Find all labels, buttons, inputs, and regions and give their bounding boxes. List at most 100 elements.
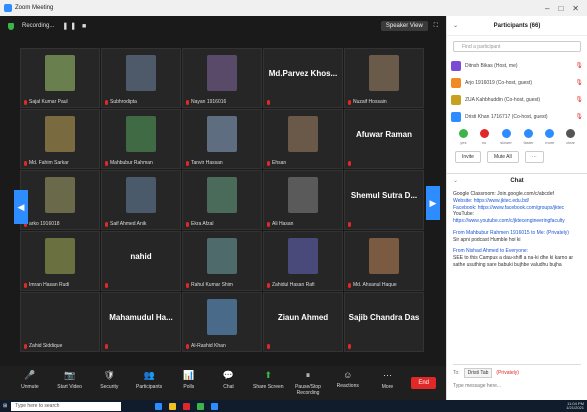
participant-video-tile[interactable]: Sajib Chandra Das [344, 292, 424, 352]
reaction-no-button[interactable]: no [479, 129, 489, 145]
participant-row-name: Ditnsh Bikas (Host, me) [465, 62, 518, 69]
participant-video-tile[interactable]: Nayan 1916016 [182, 48, 262, 108]
chevron-down-icon[interactable]: ⌄ [453, 22, 458, 29]
toolbar-start-video-button[interactable]: 📷 Start Video [50, 370, 90, 396]
zoom-logo-icon [4, 4, 12, 12]
participant-video-tile[interactable]: Tanvir Hassan [182, 109, 262, 169]
toolbar-polls-button[interactable]: 📊 Polls [169, 370, 209, 396]
app-icon[interactable] [183, 402, 191, 410]
chat-recipient-select[interactable]: Dristi Tab [463, 368, 493, 378]
participant-video-tile[interactable]: Nuzaif Hossain [344, 48, 424, 108]
participant-search-input[interactable]: Find a participant [453, 41, 581, 52]
participant-video-tile[interactable]: Shemul Sutra D... [344, 170, 424, 230]
invite-button[interactable]: Invite [455, 151, 481, 163]
participant-row[interactable]: Ditnsh Bikas (Host, me) 🎙 [451, 57, 583, 74]
toolbar-share-screen-button[interactable]: ⬆ Share Screen [248, 370, 288, 396]
shield-icon[interactable] [8, 22, 14, 30]
muted-mic-icon[interactable]: 🎙 [575, 113, 583, 120]
muted-mic-icon [105, 221, 108, 227]
participant-video-tile[interactable]: Saif Ahmed Anik [101, 170, 181, 230]
app-icon[interactable] [155, 402, 163, 410]
toolbar-security-button[interactable]: 🛡 Security [89, 370, 129, 396]
end-meeting-button[interactable]: End [411, 377, 436, 389]
reaction-slower-icon [501, 129, 511, 138]
participant-video [207, 55, 237, 91]
windows-start-icon[interactable]: ⊞ [3, 403, 7, 409]
toolbar-participants-button[interactable]: 👥 Participants [129, 370, 169, 396]
more-options-button[interactable]: ⋯ [524, 151, 544, 163]
speaker-view-button[interactable]: Speaker View [380, 21, 428, 31]
reaction-label: yes [460, 140, 467, 145]
muted-mic-icon[interactable]: 🎙 [575, 96, 583, 103]
participant-name-large: Sajib Chandra Das [348, 313, 420, 322]
participant-video-tile[interactable]: Rahul Kumar Shim [182, 231, 262, 291]
participant-row[interactable]: ZUA Kahbhuddin (Co-host, guest) 🎙 [451, 91, 583, 108]
muted-mic-icon[interactable]: 🎙 [575, 79, 583, 86]
unmute-icon: 🎤 [24, 370, 36, 380]
participant-video-tile[interactable]: Md. Ahsanul Haque [344, 231, 424, 291]
toolbar-unmute-button[interactable]: 🎤 Unmute [10, 370, 50, 396]
chat-title: Chat [510, 177, 524, 184]
chat-link[interactable]: Website: https://www.jktec.edu.bd/ [453, 198, 581, 205]
chat-header: ⌄ Chat [447, 173, 587, 187]
participant-name-label: Ehsan [267, 160, 286, 166]
participant-video [369, 238, 399, 274]
muted-mic-icon [186, 160, 189, 166]
participant-name-label: Md. Fahim Sarkar [24, 160, 69, 166]
participant-video-tile[interactable]: Zahidul Hasan Rafi [263, 231, 343, 291]
muted-mic-icon[interactable]: 🎙 [575, 62, 583, 69]
participant-video-tile[interactable]: Sajal Kumar Paul [20, 48, 100, 108]
chevron-down-icon[interactable]: ⌄ [453, 177, 458, 184]
maximize-icon[interactable]: □ [558, 4, 563, 13]
reaction-faster-button[interactable]: faster [524, 129, 534, 145]
reaction-more-button[interactable]: more [545, 129, 554, 145]
participant-video-tile[interactable]: Zahid Siddique [20, 292, 100, 352]
mute-all-button[interactable]: Mute All [486, 151, 519, 163]
participant-name: Md. Fahim Sarkar [29, 160, 69, 166]
reaction-yes-button[interactable]: yes [458, 129, 468, 145]
next-page-arrow-icon[interactable]: ▶ [426, 186, 440, 220]
taskbar-search-input[interactable]: Type here to search [11, 401, 122, 411]
zoom-icon[interactable] [211, 402, 219, 410]
participant-video-tile[interactable]: Ali Hasan [263, 170, 343, 230]
participant-video-tile[interactable]: Subhrodipta [101, 48, 181, 108]
participant-video-tile[interactable]: Ehsan [263, 109, 343, 169]
prev-page-arrow-icon[interactable]: ◀ [14, 190, 28, 224]
reaction-buttons: yes no slower faster more clear [447, 125, 587, 145]
participant-row[interactable]: Dristi Khan 1716717 (Co-host, guest) 🎙 [451, 108, 583, 125]
participant-video-tile[interactable]: arko 1916018 [20, 170, 100, 230]
recording-indicator: Recording... [22, 23, 55, 29]
participant-video-tile[interactable]: Mahbubur Rahman [101, 109, 181, 169]
minimize-icon[interactable]: – [545, 4, 549, 13]
participant-name: Ali Hasan [272, 221, 294, 227]
toolbar-more-button[interactable]: ⋯ More [368, 370, 408, 396]
participant-video-tile[interactable]: Al-Rashid Khan [182, 292, 262, 352]
close-icon[interactable]: ✕ [572, 4, 579, 13]
participant-video-tile[interactable]: Md. Fahim Sarkar [20, 109, 100, 169]
side-panel: ⌄ Participants (66) Find a participant D… [446, 16, 587, 400]
reaction-label: faster [523, 140, 534, 145]
participant-video-tile[interactable]: nahid [101, 231, 181, 291]
reaction-clear-button[interactable]: clear [566, 129, 576, 145]
chat-input[interactable]: Type message here... [453, 383, 581, 389]
app-icon[interactable] [197, 402, 205, 410]
participant-video [45, 55, 75, 91]
participant-video-tile[interactable]: Imran Hasan Rudi [20, 231, 100, 291]
folder-icon[interactable] [169, 402, 177, 410]
fullscreen-icon[interactable]: ⛶ [434, 23, 438, 30]
participant-video-tile[interactable]: Afuwar Raman [344, 109, 424, 169]
participant-video-tile[interactable]: Ziaun Ahmed [263, 292, 343, 352]
participant-video-tile[interactable]: Mahamudul Ha... [101, 292, 181, 352]
topbar-right: Speaker View ⛶ [380, 21, 438, 31]
recording-controls[interactable]: ❚❚ ■ [62, 22, 88, 30]
participant-video-tile[interactable]: Md.Parvez Khos... [263, 48, 343, 108]
reaction-slower-button[interactable]: slower [500, 129, 512, 145]
toolbar-chat-button[interactable]: 💬 Chat [209, 370, 249, 396]
participant-row[interactable]: Arjo 1916019 (Co-host, guest) 🎙 [451, 74, 583, 91]
toolbar-pause-stop-recording-button[interactable]: ⏸ Pause/Stop Recording [288, 370, 328, 396]
chat-link[interactable]: Facebook: https://www.facebook.com/group… [453, 205, 581, 212]
toolbar-reactions-button[interactable]: ☺ Reactions [328, 370, 368, 396]
muted-mic-icon [348, 161, 351, 166]
participant-video-tile[interactable]: Ekra Afzal [182, 170, 262, 230]
chat-link[interactable]: https://www.youtube.com/c/jktecengineeri… [453, 218, 581, 225]
